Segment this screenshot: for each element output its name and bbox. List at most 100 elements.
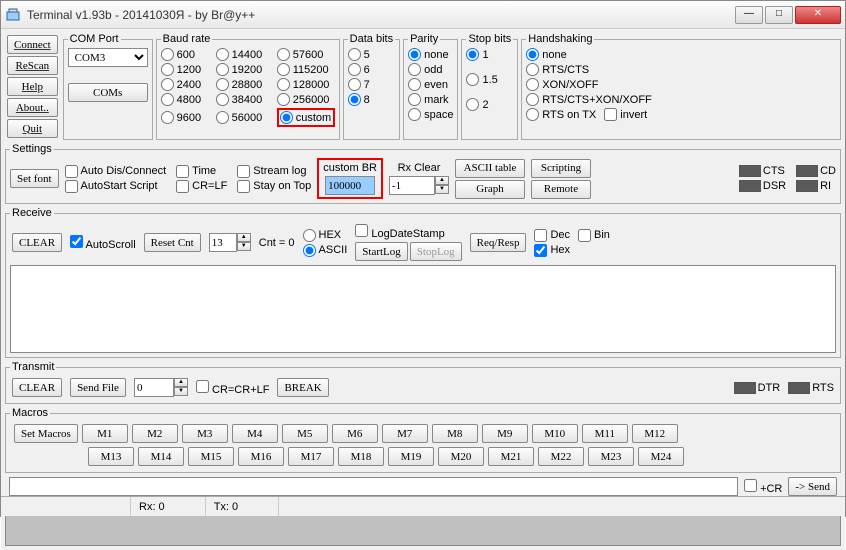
macro-m17[interactable]: M17 <box>288 447 334 466</box>
macro-m12[interactable]: M12 <box>632 424 678 443</box>
spin-up-icon[interactable]: ▲ <box>237 233 251 242</box>
rescan-button[interactable]: ReScan <box>7 56 58 75</box>
cnt-input[interactable] <box>209 233 237 252</box>
chk-crlf[interactable]: CR=LF <box>176 180 227 193</box>
macro-m7[interactable]: M7 <box>382 424 428 443</box>
tx-clear-button[interactable]: CLEAR <box>12 378 62 397</box>
baud-9600[interactable]: 9600 <box>161 108 202 127</box>
chk-stayontop[interactable]: Stay on Top <box>237 180 311 193</box>
reqresp-button[interactable]: Req/Resp <box>470 233 527 252</box>
recv-ascii[interactable]: ASCII <box>303 244 348 257</box>
graph-button[interactable]: Graph <box>455 180 525 199</box>
led-rts[interactable]: RTS <box>788 382 834 394</box>
quit-button[interactable]: Quit <box>7 119 58 138</box>
scripting-button[interactable]: Scripting <box>531 159 591 178</box>
minimize-button[interactable]: — <box>735 6 763 24</box>
stopbits-15[interactable]: 1.5 <box>466 73 513 86</box>
custom-br-input[interactable] <box>325 176 375 195</box>
setmacros-button[interactable]: Set Macros <box>14 424 78 443</box>
macro-m10[interactable]: M10 <box>532 424 578 443</box>
macro-m4[interactable]: M4 <box>232 424 278 443</box>
led-dtr[interactable]: DTR <box>734 382 781 394</box>
macro-m24[interactable]: M24 <box>638 447 684 466</box>
recv-hex[interactable]: HEX <box>303 229 348 242</box>
macro-m14[interactable]: M14 <box>138 447 184 466</box>
chk-logdate[interactable]: LogDateStamp <box>355 224 444 240</box>
tx-spin-input[interactable] <box>134 378 174 397</box>
hs-rtscts[interactable]: RTS/CTS <box>526 63 836 76</box>
baud-1200[interactable]: 1200 <box>161 63 202 76</box>
macro-m22[interactable]: M22 <box>538 447 584 466</box>
receive-textarea[interactable] <box>10 265 836 353</box>
baud-56000[interactable]: 56000 <box>216 108 263 127</box>
baud-600[interactable]: 600 <box>161 48 202 61</box>
help-button[interactable]: Help <box>7 77 58 96</box>
macro-m19[interactable]: M19 <box>388 447 434 466</box>
hs-rtscts-xonxoff[interactable]: RTS/CTS+XON/XOFF <box>526 93 836 106</box>
spin-down-icon[interactable]: ▼ <box>435 185 449 194</box>
chk-streamlog[interactable]: Stream log <box>237 165 311 178</box>
spin-up-icon[interactable]: ▲ <box>174 378 188 387</box>
chk-autostart[interactable]: AutoStart Script <box>65 180 167 193</box>
databits-8[interactable]: 8 <box>348 93 395 106</box>
stopbits-1[interactable]: 1 <box>466 48 513 61</box>
parity-none[interactable]: none <box>408 48 453 61</box>
send-button[interactable]: -> Send <box>788 477 837 496</box>
chk-bin[interactable]: Bin <box>578 229 610 242</box>
macro-m9[interactable]: M9 <box>482 424 528 443</box>
spin-down-icon[interactable]: ▼ <box>237 242 251 251</box>
databits-7[interactable]: 7 <box>348 78 395 91</box>
setfont-button[interactable]: Set font <box>10 169 59 188</box>
spin-down-icon[interactable]: ▼ <box>174 387 188 396</box>
chk-time[interactable]: Time <box>176 165 227 178</box>
macro-m11[interactable]: M11 <box>582 424 628 443</box>
macro-m23[interactable]: M23 <box>588 447 634 466</box>
close-button[interactable]: ✕ <box>795 6 841 24</box>
parity-mark[interactable]: mark <box>408 93 453 106</box>
macro-m1[interactable]: M1 <box>82 424 128 443</box>
cnt-spin[interactable]: ▲▼ <box>209 233 251 252</box>
macro-m2[interactable]: M2 <box>132 424 178 443</box>
baud-256000[interactable]: 256000 <box>277 93 335 106</box>
startlog-button[interactable]: StartLog <box>355 242 408 261</box>
macro-m8[interactable]: M8 <box>432 424 478 443</box>
rxclear-input[interactable] <box>389 176 435 195</box>
chk-cr[interactable]: +CR <box>744 479 782 495</box>
sendfile-button[interactable]: Send File <box>70 378 126 397</box>
chk-autodis[interactable]: Auto Dis/Connect <box>65 165 167 178</box>
about-button[interactable]: About.. <box>7 98 58 117</box>
parity-odd[interactable]: odd <box>408 63 453 76</box>
hs-invert[interactable]: invert <box>604 108 647 121</box>
resetcnt-button[interactable]: Reset Cnt <box>144 233 201 252</box>
databits-5[interactable]: 5 <box>348 48 395 61</box>
macro-m21[interactable]: M21 <box>488 447 534 466</box>
chk-autoscroll[interactable]: AutoScroll <box>70 235 136 251</box>
maximize-button[interactable]: □ <box>765 6 793 24</box>
spin-up-icon[interactable]: ▲ <box>435 176 449 185</box>
coms-button[interactable]: COMs <box>68 83 148 102</box>
tx-spin[interactable]: ▲▼ <box>134 378 188 397</box>
comport-select[interactable]: COM3 <box>68 48 148 67</box>
baud-4800[interactable]: 4800 <box>161 93 202 106</box>
macro-m5[interactable]: M5 <box>282 424 328 443</box>
macro-m18[interactable]: M18 <box>338 447 384 466</box>
baud-38400[interactable]: 38400 <box>216 93 263 106</box>
baud-19200[interactable]: 19200 <box>216 63 263 76</box>
connect-button[interactable]: Connect <box>7 35 58 54</box>
rxclear-spin[interactable]: ▲▼ <box>389 176 449 195</box>
recv-clear-button[interactable]: CLEAR <box>12 233 62 252</box>
parity-even[interactable]: even <box>408 78 453 91</box>
hs-none[interactable]: none <box>526 48 836 61</box>
stopbits-2[interactable]: 2 <box>466 98 513 111</box>
chk-hex[interactable]: Hex <box>534 244 570 257</box>
macro-m13[interactable]: M13 <box>88 447 134 466</box>
break-button[interactable]: BREAK <box>277 378 328 397</box>
baud-115200[interactable]: 115200 <box>277 63 335 76</box>
chk-crcrlf[interactable]: CR=CR+LF <box>196 380 270 396</box>
hs-xonxoff[interactable]: XON/XOFF <box>526 78 836 91</box>
asciitable-button[interactable]: ASCII table <box>455 159 525 178</box>
send-input[interactable] <box>9 477 738 496</box>
baud-57600[interactable]: 57600 <box>277 48 335 61</box>
parity-space[interactable]: space <box>408 108 453 121</box>
chk-dec[interactable]: Dec <box>534 229 570 242</box>
